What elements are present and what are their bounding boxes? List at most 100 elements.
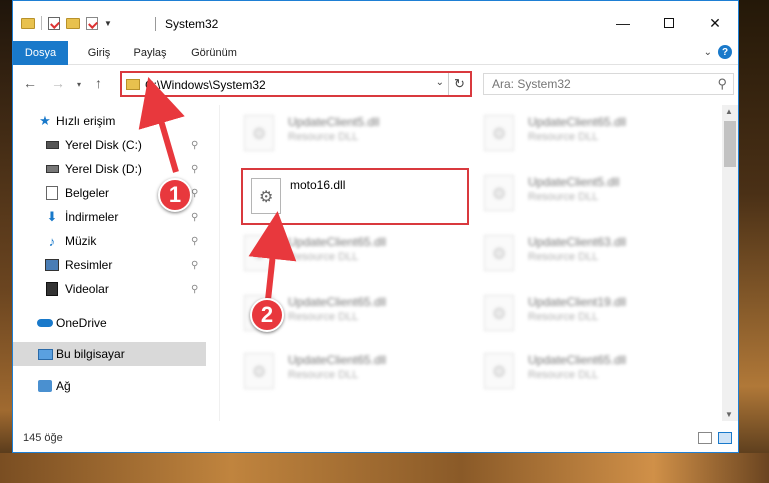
search-icon: ⚲ bbox=[717, 76, 727, 91]
sidebar-item-pictures[interactable]: Resimler ⚲ bbox=[13, 253, 206, 277]
file-list: UpdateClient5.dll Resource DLL moto16.dl… bbox=[220, 105, 722, 421]
quick-access-toolbar: ▼ bbox=[21, 15, 112, 31]
sidebar-item-label: Yerel Disk (C:) bbox=[65, 138, 142, 152]
file-type: Resource DLL bbox=[528, 251, 599, 263]
folder-icon bbox=[21, 17, 35, 29]
network-icon bbox=[37, 378, 53, 394]
file-name: UpdateClient19.dll bbox=[528, 295, 627, 309]
toolbar-separator bbox=[41, 16, 42, 30]
address-dropdown-chevron-icon[interactable]: ⌄ bbox=[436, 77, 444, 88]
file-item[interactable]: UpdateClient5.dll Resource DLL bbox=[230, 109, 460, 159]
large-icons-view-icon[interactable] bbox=[718, 432, 732, 444]
ribbon-right-controls: ⌄ ? bbox=[704, 45, 732, 59]
forward-arrow-icon[interactable]: → bbox=[51, 75, 65, 91]
up-arrow-icon[interactable]: ↑ bbox=[95, 75, 102, 91]
tab-paylas[interactable]: Paylaş bbox=[125, 41, 175, 65]
file-explorer-window: ▼ System32 — ✕ Dosya Giriş Paylaş Görünü… bbox=[12, 0, 739, 453]
pin-icon[interactable]: ⚲ bbox=[191, 236, 198, 247]
close-button[interactable]: ✕ bbox=[692, 11, 738, 35]
tab-gorunum[interactable]: Görünüm bbox=[181, 41, 247, 65]
dll-file-icon bbox=[244, 235, 274, 271]
scrollbar-thumb[interactable] bbox=[724, 121, 736, 167]
pin-icon[interactable]: ⚲ bbox=[191, 284, 198, 295]
dll-file-icon bbox=[484, 175, 514, 211]
tab-giris[interactable]: Giriş bbox=[79, 41, 119, 65]
tab-dosya[interactable]: Dosya bbox=[13, 41, 68, 65]
properties-icon[interactable] bbox=[48, 16, 60, 30]
sidebar-item-onedrive[interactable]: OneDrive bbox=[13, 311, 206, 335]
rename-icon[interactable] bbox=[86, 16, 98, 30]
sidebar-item-network[interactable]: Ağ bbox=[13, 374, 206, 398]
window-title: System32 bbox=[165, 17, 219, 31]
desktop-background-bottom bbox=[0, 453, 769, 483]
pin-icon[interactable]: ⚲ bbox=[191, 164, 198, 175]
file-item-moto16[interactable]: moto16.dll bbox=[241, 168, 469, 225]
file-item[interactable]: UpdateClient5.dll Resource DLL bbox=[470, 169, 700, 219]
file-name: UpdateClient63.dll bbox=[528, 235, 627, 249]
navigation-bar: ← → ▾ ↑ C:\Windows\System32 ⌄ ↻ ⚲ bbox=[13, 67, 738, 101]
sidebar-item-this-pc[interactable]: Bu bilgisayar bbox=[13, 342, 206, 366]
sidebar-item-label: Bu bilgisayar bbox=[56, 347, 125, 361]
file-item[interactable]: UpdateClient19.dll Resource DLL bbox=[470, 289, 700, 339]
file-item[interactable]: UpdateClient65.dll Resource DLL bbox=[470, 109, 700, 159]
title-separator bbox=[155, 17, 156, 31]
sidebar-item-label: Videolar bbox=[65, 282, 109, 296]
callout-badge-2: 2 bbox=[250, 298, 284, 332]
new-folder-icon[interactable] bbox=[66, 17, 80, 29]
documents-icon bbox=[44, 185, 60, 201]
vertical-scrollbar[interactable]: ▲ ▼ bbox=[722, 105, 738, 421]
customize-toolbar-arrow-icon[interactable]: ▼ bbox=[104, 19, 112, 28]
refresh-icon[interactable]: ↻ bbox=[448, 73, 470, 95]
back-arrow-icon[interactable]: ← bbox=[23, 75, 37, 91]
sidebar-item-videos[interactable]: Videolar ⚲ bbox=[13, 277, 206, 301]
file-type: Resource DLL bbox=[528, 191, 599, 203]
sidebar-item-label: Ağ bbox=[56, 379, 71, 393]
pictures-icon bbox=[44, 257, 60, 273]
pin-icon[interactable]: ⚲ bbox=[191, 140, 198, 151]
minimize-button[interactable]: — bbox=[600, 11, 646, 35]
dll-file-icon bbox=[484, 235, 514, 271]
dll-file-icon bbox=[244, 353, 274, 389]
scroll-down-icon[interactable]: ▼ bbox=[725, 410, 733, 419]
file-item[interactable]: UpdateClient65.dll Resource DLL bbox=[230, 229, 460, 279]
videos-icon bbox=[44, 281, 60, 297]
pin-icon[interactable]: ⚲ bbox=[191, 260, 198, 271]
desktop-background-left bbox=[0, 0, 12, 483]
folder-icon bbox=[126, 79, 140, 90]
dll-file-icon bbox=[244, 115, 274, 151]
details-view-icon[interactable] bbox=[698, 432, 712, 444]
help-icon[interactable]: ? bbox=[718, 45, 732, 59]
file-name: UpdateClient65.dll bbox=[528, 115, 627, 129]
file-item[interactable]: UpdateClient65.dll Resource DLL bbox=[230, 347, 460, 397]
file-item[interactable]: UpdateClient65.dll Resource DLL bbox=[470, 347, 700, 397]
search-input[interactable] bbox=[484, 74, 704, 94]
file-name: UpdateClient5.dll bbox=[288, 115, 380, 129]
onedrive-icon bbox=[37, 315, 53, 331]
file-item[interactable]: UpdateClient63.dll Resource DLL bbox=[470, 229, 700, 279]
item-count: 145 öğe bbox=[23, 432, 63, 444]
dll-file-icon bbox=[484, 115, 514, 151]
sidebar-item-label: İndirmeler bbox=[65, 210, 119, 224]
ribbon: Dosya Giriş Paylaş Görünüm ⌄ ? bbox=[13, 41, 738, 65]
dll-file-icon bbox=[484, 353, 514, 389]
dll-file-icon bbox=[484, 295, 514, 331]
maximize-button[interactable] bbox=[646, 11, 692, 35]
pin-icon[interactable]: ⚲ bbox=[191, 212, 198, 223]
sidebar-item-local-disk-c[interactable]: Yerel Disk (C:) ⚲ bbox=[13, 133, 206, 157]
file-type: Resource DLL bbox=[288, 131, 359, 143]
sidebar-item-music[interactable]: ♪ Müzik ⚲ bbox=[13, 229, 206, 253]
sidebar-item-quick-access[interactable]: ★ Hızlı erişim bbox=[13, 109, 206, 133]
sidebar-item-label: Yerel Disk (D:) bbox=[65, 162, 142, 176]
address-bar[interactable]: C:\Windows\System32 ⌄ ↻ bbox=[120, 71, 472, 97]
recent-locations-chevron-icon[interactable]: ▾ bbox=[77, 80, 81, 89]
sidebar-item-label: Müzik bbox=[65, 234, 97, 248]
file-name: UpdateClient65.dll bbox=[528, 353, 627, 367]
scroll-up-icon[interactable]: ▲ bbox=[725, 107, 733, 116]
desktop-background-right bbox=[739, 0, 769, 483]
pin-icon[interactable]: ⚲ bbox=[191, 188, 198, 199]
address-path[interactable]: C:\Windows\System32 bbox=[145, 78, 266, 92]
expand-ribbon-icon[interactable]: ⌄ bbox=[704, 47, 712, 58]
sidebar-item-label: Resimler bbox=[65, 258, 113, 272]
star-icon: ★ bbox=[39, 113, 51, 128]
search-box[interactable]: ⚲ bbox=[483, 73, 734, 95]
